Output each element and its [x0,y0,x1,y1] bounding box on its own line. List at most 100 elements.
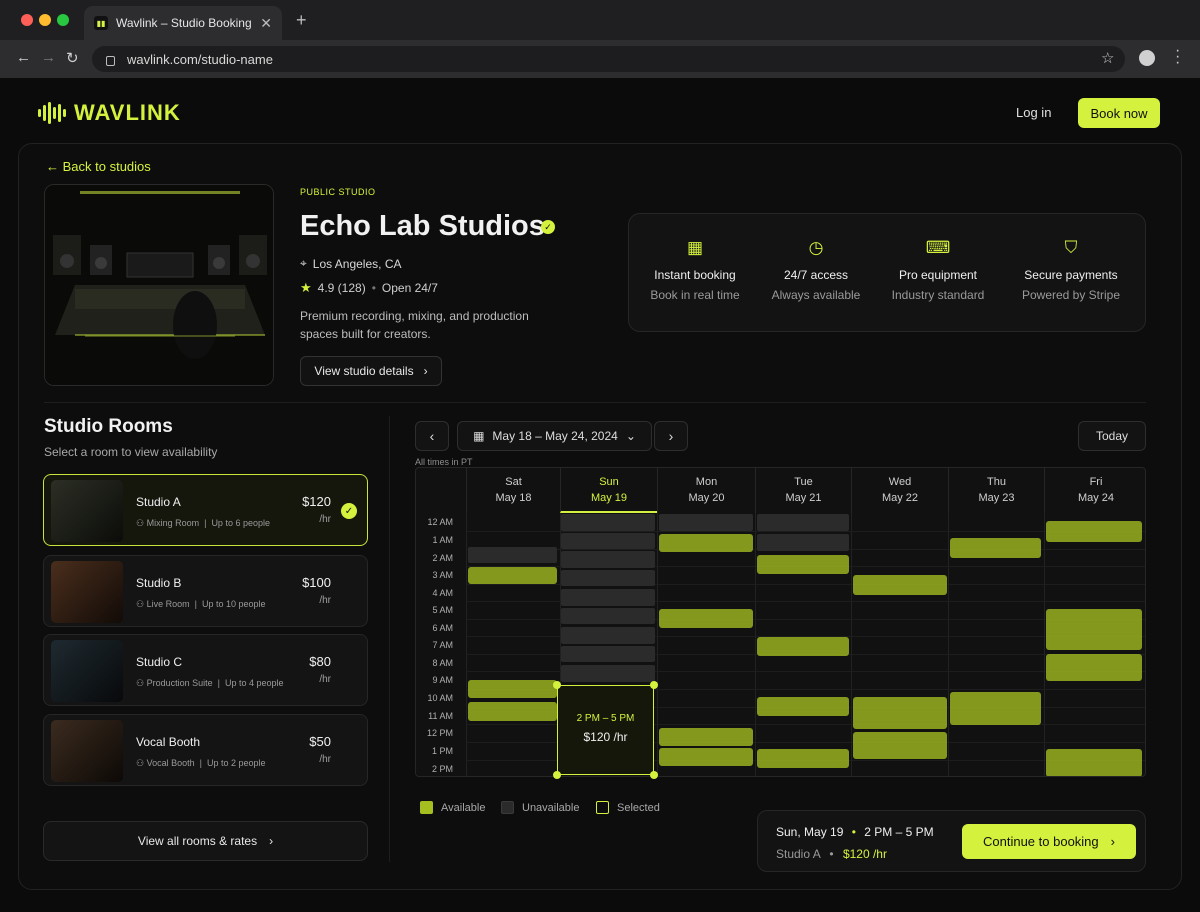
available-slot[interactable] [853,697,947,729]
next-week-button[interactable]: › [654,421,688,451]
location-text: Los Angeles, CA [312,256,402,271]
grid-col-line [1044,513,1045,776]
available-slot[interactable] [659,534,753,552]
available-slot[interactable] [1046,749,1142,776]
view-all-rooms-label: View all rooms & rates [137,834,258,848]
feature-desc: Book in real time [650,288,740,302]
feature-instant-booking: ▦ Instant booking Book in real time [631,214,759,302]
tab-close-icon[interactable]: ✕ [260,15,272,32]
maximize-window-button[interactable] [57,14,69,26]
unavailable-slot [561,514,655,531]
available-slot[interactable] [659,609,753,628]
room-capacity: Up to 4 people [224,678,284,688]
equipment-icon: ⌨ [925,238,951,257]
day-date: May 24 [1077,492,1115,504]
prev-week-button[interactable]: ‹ [415,421,449,451]
studio-description: Premium recording, mixing, and productio… [300,309,529,341]
view-studio-details-button[interactable]: View studio details › [300,356,442,386]
day-header-thu: Thu May 23 [948,468,1044,513]
summary-room: Studio A • $120 /hr [776,847,887,861]
day-date: May 20 [688,492,725,504]
legend-unavailable: Unavailable [501,801,579,814]
available-slot[interactable] [853,732,947,759]
login-link[interactable]: Log in [1016,105,1051,120]
bookmark-star-icon[interactable]: ☆ [1101,49,1114,67]
legend-available: Available [420,801,485,814]
back-to-studios-link[interactable]: ← Back to studios [46,159,151,174]
feature-highlights: ▦ Instant booking Book in real time ◷ 24… [628,213,1146,332]
hour-label: 2 PM [431,764,453,774]
available-slot[interactable] [757,749,849,768]
available-slot[interactable] [1046,609,1142,650]
feature-payments: ⛉ Secure payments Powered by Stripe [1007,214,1135,302]
legend-label: Selected [617,801,660,814]
available-slot[interactable] [468,702,557,721]
star-icon: ★ [300,280,312,295]
book-now-button[interactable]: Book now [1078,98,1160,128]
feature-title: 24/7 access [783,268,849,282]
forward-arrow-icon[interactable]: → [41,49,56,66]
available-slot[interactable] [757,697,849,716]
room-card-studio-b[interactable]: Studio B ⚇ Live Room | Up to 10 people $… [43,555,368,627]
hour-label: 10 AM [427,693,453,703]
selected-time-block[interactable]: 2 PM – 5 PM $120 /hr [557,685,654,775]
unavailable-slot [757,514,849,531]
room-capacity: Up to 6 people [211,518,270,528]
room-price: $120 [302,494,331,509]
browser-tab[interactable]: ▮▮ Wavlink – Studio Booking ✕ [84,6,282,40]
unavailable-slot [561,646,655,662]
room-card-vocal-booth[interactable]: Vocal Booth ⚇ Vocal Booth | Up to 2 peop… [43,714,368,786]
resize-handle[interactable] [553,771,561,779]
today-button[interactable]: Today [1078,421,1146,451]
day-header-fri: Fri May 24 [1044,468,1145,513]
continue-to-booking-button[interactable]: Continue to booking › [962,824,1136,859]
unavailable-slot [468,547,557,563]
timezone-note: All times in PT [415,457,473,467]
room-thumbnail [51,561,123,623]
hour-label: 7 AM [432,640,453,650]
new-tab-icon[interactable]: + [296,10,307,31]
close-window-button[interactable] [21,14,33,26]
available-slot[interactable] [659,748,753,766]
available-slot[interactable] [853,575,947,595]
selected-check-icon: ✓ [341,503,357,519]
view-all-rooms-button[interactable]: View all rooms & rates › [43,821,368,861]
available-slot[interactable] [757,637,849,656]
available-slot[interactable] [950,692,1041,725]
date-range-picker[interactable]: ▦ May 18 – May 24, 2024 ⌄ [457,421,652,451]
url-bar[interactable]: wavlink.com/studio-name [92,46,1125,72]
browser-menu-icon[interactable]: · · · [1175,43,1180,71]
room-meta: ⚇ Mixing Room | Up to 6 people [136,518,270,528]
resize-handle[interactable] [650,771,658,779]
day-name: Sat [505,476,522,488]
room-meta: ⚇ Production Suite | Up to 4 people [136,678,284,688]
unavailable-slot [561,570,655,586]
room-card-studio-c[interactable]: Studio C ⚇ Production Suite | Up to 4 pe… [43,634,368,706]
back-arrow-icon[interactable]: ← [16,49,31,66]
separator-dot: • [829,847,834,861]
hour-label: 6 AM [432,623,453,633]
day-date: May 21 [785,492,822,504]
reload-icon[interactable]: ↻ [66,49,79,67]
day-header-sun[interactable]: Sun May 19 [560,468,657,513]
available-slot[interactable] [757,555,849,574]
available-slot[interactable] [468,567,557,584]
available-slot[interactable] [1046,654,1142,681]
date-range-label: May 18 – May 24, 2024 [492,429,618,443]
available-slot[interactable] [659,728,753,746]
account-icon[interactable] [1139,50,1155,66]
resize-handle[interactable] [650,681,658,689]
wavlink-logo[interactable]: WAVLINK [38,100,181,126]
tab-title: Wavlink – Studio Booking [116,16,252,30]
available-slot[interactable] [950,538,1041,558]
resize-handle[interactable] [553,681,561,689]
hour-label: 12 PM [426,728,453,738]
available-slot[interactable] [1046,521,1142,542]
selected-price: $120 /hr [583,730,628,744]
room-card-studio-a[interactable]: Studio A ⚇ Mixing Room | Up to 6 people … [43,474,368,546]
room-price-unit: /hr [319,514,331,525]
available-slot[interactable] [468,680,557,698]
unavailable-slot [659,514,753,531]
minimize-window-button[interactable] [39,14,51,26]
unavailable-slot [561,608,655,624]
